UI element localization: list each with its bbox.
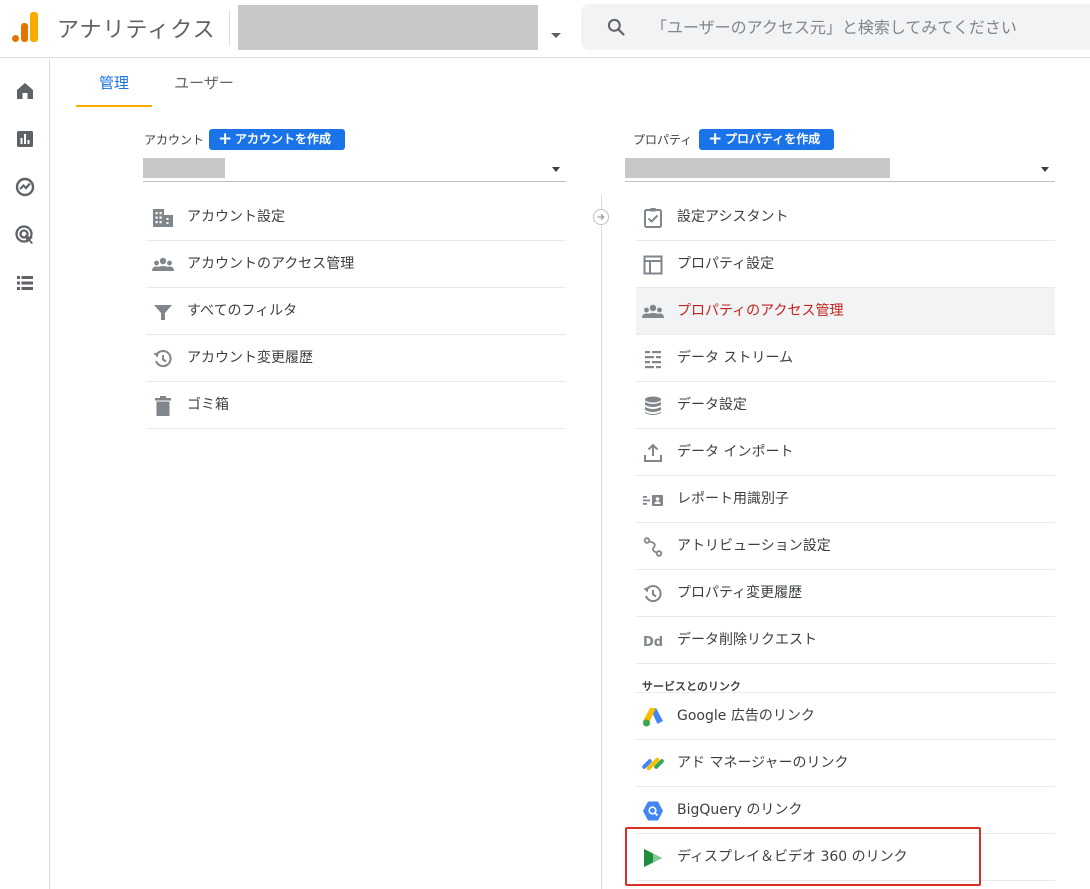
data-settings-item[interactable]: データ設定 [636,382,1055,429]
menu-label: アトリビューション設定 [677,538,831,554]
reports-icon[interactable] [13,127,37,151]
display-video-360-link-item[interactable]: ディスプレイ＆ビデオ 360 のリンク [636,834,1055,881]
filter-icon [154,305,172,320]
account-access-item[interactable]: アカウントのアクセス管理 [146,241,566,288]
history-icon [153,350,172,368]
tab-user[interactable]: ユーザー [164,59,244,107]
chevron-down-icon [1041,167,1049,172]
account-settings-item[interactable]: アカウント設定 [146,194,566,241]
identity-icon [643,495,663,506]
menu-label: データ ストリーム [677,350,794,366]
google-ads-icon [643,708,663,727]
menu-label: プロパティ変更履歴 [677,585,803,601]
history-icon [643,585,662,603]
menu-label: アカウントのアクセス管理 [187,256,355,272]
account-selector[interactable] [143,158,566,182]
account-name-redacted [143,158,225,178]
menu-label: レポート用識別子 [677,491,789,507]
left-nav-rail [0,59,50,889]
bigquery-link-item[interactable]: BigQuery のリンク [636,787,1055,834]
people-icon [642,304,664,318]
data-import-item[interactable]: データ インポート [636,429,1055,476]
upload-icon [644,443,662,462]
create-account-label: アカウントを作成 [235,132,332,146]
property-change-history-item[interactable]: プロパティ変更履歴 [636,570,1055,617]
search-box[interactable] [581,4,1090,50]
advertising-icon[interactable] [13,223,37,247]
chevron-down-icon[interactable] [551,33,561,38]
menu-label: データ設定 [677,397,747,413]
configure-icon[interactable] [13,271,37,295]
ad-manager-icon [642,757,664,771]
reporting-identity-item[interactable]: レポート用識別子 [636,476,1055,523]
google-ads-link-item[interactable]: Google 広告のリンク [636,693,1055,740]
tab-admin[interactable]: 管理 [76,59,152,107]
people-icon [152,257,174,271]
create-property-button[interactable]: + プロパティを作成 [699,129,835,150]
admin-tabs: 管理 ユーザー [76,59,1090,107]
property-access-item[interactable]: プロパティのアクセス管理 [636,288,1055,335]
menu-label: ディスプレイ＆ビデオ 360 のリンク [677,849,908,865]
arrow-right-icon [593,209,609,225]
all-filters-item[interactable]: すべてのフィルタ [146,288,566,335]
menu-label: ゴミ箱 [187,397,229,413]
menu-label: すべてのフィルタ [187,303,298,319]
home-icon[interactable] [13,79,37,103]
menu-label: プロパティ設定 [677,256,775,272]
menu-label: データ インポート [677,444,794,460]
property-column-label: プロパティ [633,133,693,147]
database-icon [645,396,661,415]
data-deletion-requests-item[interactable]: Dd データ削除リクエスト [636,617,1055,664]
data-streams-item[interactable]: データ ストリーム [636,335,1055,382]
attribution-icon [643,537,663,557]
app-title: アナリティクス [57,18,216,43]
trash-icon [155,396,171,416]
dv360-icon [644,849,662,867]
search-icon [607,18,625,36]
analytics-logo-icon[interactable] [12,12,38,42]
column-divider [601,195,602,889]
menu-label: アド マネージャーのリンク [677,755,849,771]
menu-label: アカウント変更履歴 [187,350,313,366]
account-property-picker[interactable] [238,5,538,50]
create-account-button[interactable]: + アカウントを作成 [209,129,346,150]
chevron-down-icon [552,167,560,172]
property-settings-item[interactable]: プロパティ設定 [636,241,1055,288]
svg-text:Dd: Dd [643,635,663,650]
create-property-label: プロパティを作成 [725,132,821,146]
building-icon [153,209,173,227]
top-bar: アナリティクス [0,0,1090,58]
menu-label: アカウント設定 [187,209,285,225]
bigquery-icon [643,801,663,821]
streams-icon [645,351,661,369]
menu-label: Google 広告のリンク [677,708,815,724]
plus-icon: + [218,129,233,149]
ad-manager-link-item[interactable]: アド マネージャーのリンク [636,740,1055,787]
setup-assistant-item[interactable]: 設定アシスタント [636,194,1055,241]
account-change-history-item[interactable]: アカウント変更履歴 [146,335,566,382]
menu-label: データ削除リクエスト [677,632,817,648]
property-selector[interactable] [625,158,1055,182]
property-icon [643,255,663,275]
menu-label: BigQuery のリンク [677,802,803,818]
account-column-label: アカウント [144,133,205,147]
divider [229,10,230,46]
explore-icon[interactable] [13,175,37,199]
property-name-redacted [625,158,890,178]
menu-label: プロパティのアクセス管理 [677,303,844,319]
search-input[interactable] [651,4,1081,50]
menu-label: 設定アシスタント [677,209,789,225]
trash-item[interactable]: ゴミ箱 [146,382,566,429]
dd-icon: Dd [643,635,663,650]
plus-icon: + [708,129,723,149]
checklist-icon [644,208,662,228]
attribution-settings-item[interactable]: アトリビューション設定 [636,523,1055,570]
